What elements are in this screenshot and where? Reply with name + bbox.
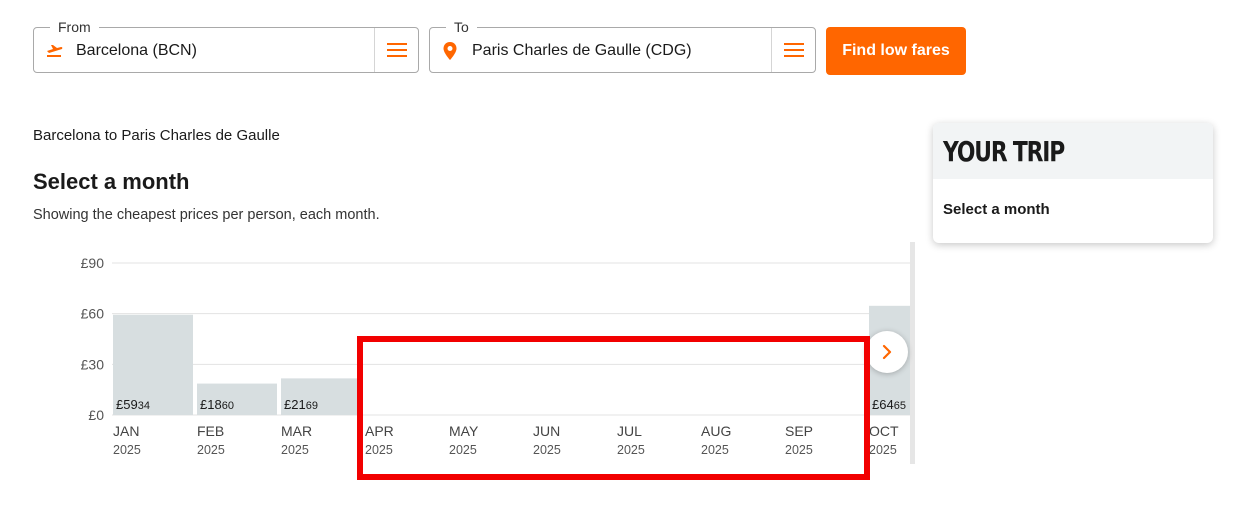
month-label: JAN [113,423,139,439]
from-field[interactable]: From Barcelona (BCN) [33,18,419,73]
year-label: 2025 [617,443,645,457]
year-label: 2025 [197,443,225,457]
to-list-button[interactable] [771,28,815,72]
year-label: 2025 [449,443,477,457]
chart-next-button[interactable] [866,331,908,373]
year-label: 2025 [365,443,393,457]
route-title: Barcelona to Paris Charles de Gaulle [33,127,280,144]
find-low-fares-button[interactable]: Find low fares [826,27,966,75]
plane-takeoff-icon [44,41,64,61]
monthly-price-chart-svg: £90 £60 £30 £0 £5934 JAN 2025 £1860 FEB 2025 £2169… [81,255,915,457]
price-label: £2169 [284,397,318,412]
hamburger-icon [386,43,407,57]
y-tick-label: £60 [81,306,105,322]
from-list-button[interactable] [374,28,418,72]
page-heading: Select a month [33,169,190,194]
to-value[interactable]: Paris Charles de Gaulle (CDG) [472,41,692,61]
month-label: OCT [869,423,899,439]
location-pin-icon [440,41,460,61]
y-tick-label: £0 [88,407,104,423]
year-label: 2025 [785,443,813,457]
month-label: MAR [281,423,312,439]
from-value[interactable]: Barcelona (BCN) [76,41,197,61]
price-label: £5934 [116,397,150,412]
your-trip-header: YOUR TRIP [933,123,1213,179]
from-legend: From [50,18,99,36]
month-label: JUN [533,423,560,439]
month-label: MAY [449,423,479,439]
year-label: 2025 [281,443,309,457]
to-field[interactable]: To Paris Charles de Gaulle (CDG) [429,18,816,73]
year-label: 2025 [533,443,561,457]
year-label: 2025 [869,443,897,457]
month-label: AUG [701,423,731,439]
y-tick-label: £30 [81,356,105,372]
your-trip-panel: YOUR TRIP Select a month [933,123,1213,243]
month-label: JUL [617,423,642,439]
chart-scroll-edge [910,242,915,464]
y-tick-label: £90 [81,255,105,271]
month-label: FEB [197,423,224,439]
price-label: £1860 [200,397,234,412]
chevron-right-icon [882,344,892,360]
page-subheading: Showing the cheapest prices per person, … [33,207,380,223]
month-label: SEP [785,423,813,439]
to-legend: To [446,18,477,36]
year-label: 2025 [701,443,729,457]
price-label: £6465 [872,397,906,412]
monthly-price-chart: £90 £60 £30 £0 £5934 JAN 2025 £1860 FEB 2025 £2169… [40,242,915,467]
year-label: 2025 [113,443,141,457]
month-label: APR [365,423,394,439]
your-trip-title: YOUR TRIP [943,134,1065,168]
hamburger-icon [783,43,804,57]
your-trip-body: Select a month [943,201,1050,218]
